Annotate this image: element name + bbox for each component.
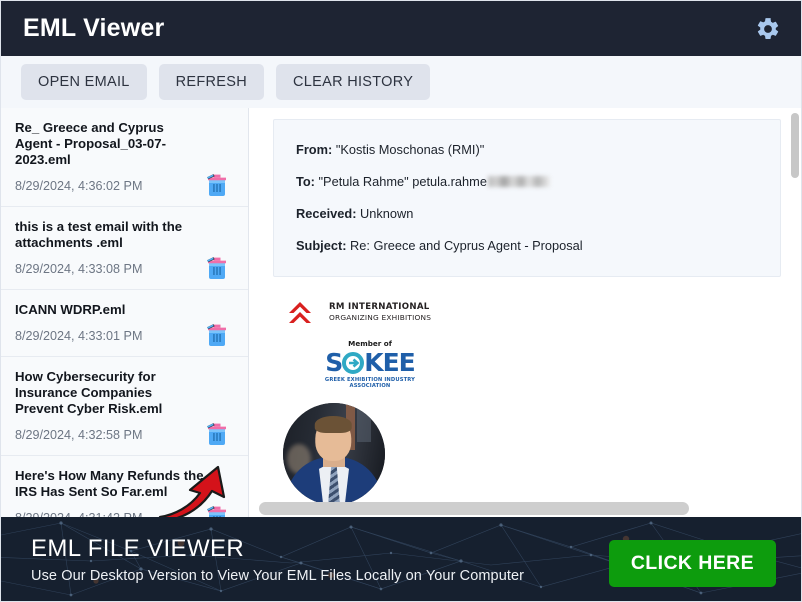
list-item[interactable]: How Cybersecurity for Insurance Companie… <box>1 357 248 456</box>
email-header-to: To: "Petula Rahme" petula.rahme <box>296 174 760 190</box>
to-value: "Petula Rahme" petula.rahme <box>318 174 487 189</box>
subject-value: Re: Greece and Cyprus Agent - Proposal <box>350 238 583 253</box>
rm-international-logo: RM INTERNATIONAL ORGANIZING EXHIBITIONS <box>287 299 779 326</box>
email-file-name: Re_ Greece and Cyprus Agent - Proposal_0… <box>15 120 166 167</box>
vertical-scrollbar-thumb[interactable] <box>791 113 799 178</box>
soxee-logo: Member of S KEE GREEK EXHIBITION INDUSTR… <box>315 339 425 389</box>
sender-portrait-photo <box>283 403 779 505</box>
eml-viewer-window: EML Viewer OPEN EMAIL REFRESH CLEAR HIST… <box>0 0 802 602</box>
open-email-button[interactable]: OPEN EMAIL <box>21 64 147 100</box>
promo-banner: EML FILE VIEWER Use Our Desktop Version … <box>1 517 801 601</box>
settings-button[interactable] <box>753 14 783 44</box>
email-content-panel: From: "Kostis Moschonas (RMI)" To: "Petu… <box>249 108 801 519</box>
page-title: EML Viewer <box>23 14 165 42</box>
banner-text-block: EML FILE VIEWER Use Our Desktop Version … <box>31 535 524 584</box>
soxee-letters-kee: KEE <box>364 348 416 377</box>
soxee-letter-o <box>342 351 365 374</box>
delete-email-button[interactable] <box>206 323 228 347</box>
portrait-bg-pillar-2 <box>357 403 372 442</box>
delete-email-button[interactable] <box>206 422 228 446</box>
from-label: From: <box>296 142 333 157</box>
email-header-received: Received: Unknown <box>296 206 760 222</box>
list-item[interactable]: Re_ Greece and Cyprus Agent - Proposal_0… <box>1 108 248 207</box>
email-panel-vertical-scrollbar[interactable] <box>789 108 801 519</box>
list-item[interactable]: this is a test email with the attachment… <box>1 207 248 290</box>
toolbar: OPEN EMAIL REFRESH CLEAR HISTORY <box>1 56 801 108</box>
refresh-button[interactable]: REFRESH <box>158 64 265 100</box>
rm-logo-text: RM INTERNATIONAL ORGANIZING EXHIBITIONS <box>329 302 432 322</box>
soxee-subtitle: GREEK EXHIBITION INDUSTRY ASSOCIATION <box>324 377 416 389</box>
from-value: "Kostis Moschonas (RMI)" <box>335 142 485 157</box>
email-body: RM INTERNATIONAL ORGANIZING EXHIBITIONS … <box>249 277 801 505</box>
click-here-button[interactable]: CLICK HERE <box>608 540 776 587</box>
gear-icon <box>755 16 781 42</box>
portrait-hair <box>314 416 352 433</box>
email-header-subject: Subject: Re: Greece and Cyprus Agent - P… <box>296 238 760 254</box>
email-timestamp: 8/29/2024, 4:32:58 PM <box>15 428 143 442</box>
delete-email-button[interactable] <box>206 173 228 197</box>
subject-label: Subject: <box>296 238 347 253</box>
soxee-member-of-label: Member of <box>348 339 392 348</box>
email-scroll-area[interactable]: From: "Kostis Moschonas (RMI)" To: "Petu… <box>249 108 801 519</box>
trash-icon <box>206 256 228 280</box>
email-panel-horizontal-scrollbar[interactable] <box>259 502 689 515</box>
trash-icon <box>206 173 228 197</box>
main-content: Re_ Greece and Cyprus Agent - Proposal_0… <box>1 108 801 519</box>
email-list-sidebar[interactable]: Re_ Greece and Cyprus Agent - Proposal_0… <box>1 108 249 519</box>
email-file-name: this is a test email with the attachment… <box>15 219 183 250</box>
trash-icon <box>206 422 228 446</box>
delete-email-button[interactable] <box>206 256 228 280</box>
rm-logo-line1: RM INTERNATIONAL <box>329 302 430 313</box>
email-headers: From: "Kostis Moschonas (RMI)" To: "Petu… <box>273 119 781 277</box>
email-file-name: Here's How Many Refunds the IRS Has Sent… <box>15 468 204 499</box>
email-file-name: ICANN WDRP.eml <box>15 302 126 317</box>
redacted-email-domain <box>487 176 550 187</box>
banner-headline: EML FILE VIEWER <box>31 535 245 562</box>
email-timestamp: 8/29/2024, 4:33:01 PM <box>15 329 143 343</box>
email-timestamp: 8/29/2024, 4:36:02 PM <box>15 179 143 193</box>
email-header-from: From: "Kostis Moschonas (RMI)" <box>296 142 760 158</box>
to-label: To: <box>296 174 315 189</box>
avatar <box>283 403 385 505</box>
clear-history-button[interactable]: CLEAR HISTORY <box>276 64 431 100</box>
soxee-wordmark: S KEE <box>315 350 425 375</box>
list-item[interactable]: ICANN WDRP.eml 8/29/2024, 4:33:01 PM <box>1 290 248 357</box>
soxee-letter-s: S <box>325 348 343 377</box>
banner-subhead: Use Our Desktop Version to View Your EML… <box>31 568 525 584</box>
list-item[interactable]: Here's How Many Refunds the IRS Has Sent… <box>1 456 248 519</box>
trash-icon <box>206 323 228 347</box>
email-file-name: How Cybersecurity for Insurance Companie… <box>15 369 163 416</box>
rm-logo-line2: ORGANIZING EXHIBITIONS <box>329 312 432 322</box>
rm-chevron-icon <box>287 299 325 326</box>
received-label: Received: <box>296 206 357 221</box>
email-timestamp: 8/29/2024, 4:33:08 PM <box>15 262 143 276</box>
received-value: Unknown <box>360 206 414 221</box>
app-header: EML Viewer <box>1 1 801 56</box>
